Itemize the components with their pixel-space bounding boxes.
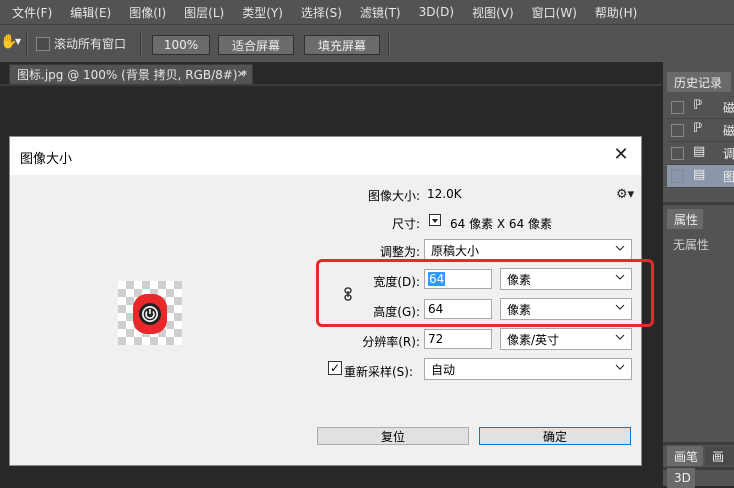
history-item-active[interactable]: ▤ 图 bbox=[667, 165, 734, 188]
document-icon: ▤ bbox=[693, 144, 706, 159]
reset-button[interactable]: 复位 bbox=[317, 427, 469, 445]
dimensions-value: 64 像素 X 64 像素 bbox=[450, 217, 553, 231]
resolution-input[interactable]: 72 bbox=[424, 329, 492, 349]
height-value: 64 bbox=[428, 302, 444, 316]
menu-select[interactable]: 选择(S) bbox=[289, 4, 348, 21]
image-preview[interactable] bbox=[118, 281, 182, 345]
height-input[interactable]: 64 bbox=[424, 299, 492, 319]
options-bar: ✋ ▼ 滚动所有窗口 100% 适合屏幕 填充屏幕 bbox=[0, 24, 734, 63]
document-icon: ▤ bbox=[693, 167, 706, 182]
history-item-label: 磁 bbox=[723, 101, 734, 115]
width-unit-select[interactable]: 像素 bbox=[500, 268, 632, 290]
history-item[interactable]: ℙ 磁 bbox=[667, 96, 734, 119]
dimensions-unit-dropdown[interactable] bbox=[429, 214, 441, 226]
right-panel: 历史记录 ℙ 磁 ℙ 磁 ▤ 调 ▤ 图 属性 无属性 画笔 画 3D bbox=[662, 62, 734, 488]
separator bbox=[388, 31, 390, 57]
history-item[interactable]: ▤ 调 bbox=[667, 142, 734, 165]
menu-image[interactable]: 图像(I) bbox=[117, 4, 172, 21]
resample-label: 重新采样(S): bbox=[344, 365, 414, 379]
width-unit-value: 像素 bbox=[507, 272, 532, 287]
scroll-all-windows-checkbox[interactable] bbox=[36, 37, 50, 51]
power-icon bbox=[133, 294, 167, 334]
height-unit-value: 像素 bbox=[507, 302, 532, 317]
menu-layer[interactable]: 图层(L) bbox=[172, 4, 230, 21]
menu-type[interactable]: 类型(Y) bbox=[230, 4, 289, 21]
history-snapshot-checkbox[interactable] bbox=[671, 124, 684, 137]
height-label: 高度(G): bbox=[373, 305, 420, 319]
panel-divider bbox=[663, 202, 734, 205]
width-value: 64 bbox=[428, 272, 446, 286]
tab-brush-presets[interactable]: 画 bbox=[705, 446, 734, 466]
history-item-label: 图 bbox=[723, 170, 734, 184]
menu-3d[interactable]: 3D(D) bbox=[407, 5, 460, 19]
history-snapshot-checkbox[interactable] bbox=[671, 147, 684, 160]
close-icon[interactable]: ✕ bbox=[611, 145, 631, 165]
fill-screen-button[interactable]: 填充屏幕 bbox=[304, 35, 380, 55]
width-label: 宽度(D): bbox=[373, 275, 420, 289]
document-tab[interactable]: 图标.jpg @ 100% (背景 拷贝, RGB/8#) * × bbox=[9, 64, 253, 84]
menu-help[interactable]: 帮助(H) bbox=[583, 4, 643, 21]
actual-pixels-button[interactable]: 100% bbox=[152, 35, 210, 55]
menu-filter[interactable]: 滤镜(T) bbox=[348, 4, 407, 21]
chevron-down-icon bbox=[432, 219, 438, 223]
image-size-dialog: 图像大小 ✕ ⚙▾ 图像大小: 12.0K 尺寸: 64 像素 X 64 像素 … bbox=[9, 136, 654, 466]
gear-icon[interactable]: ⚙▾ bbox=[616, 187, 634, 202]
history-item-label: 调 bbox=[723, 147, 734, 161]
dimensions-label: 尺寸: bbox=[391, 217, 420, 231]
tab-brush[interactable]: 画笔 bbox=[667, 446, 703, 466]
chevron-down-icon bbox=[615, 304, 625, 310]
resolution-unit-value: 像素/英寸 bbox=[507, 332, 560, 347]
tab-properties[interactable]: 属性 bbox=[667, 209, 703, 229]
fit-to-label: 调整为: bbox=[379, 245, 420, 259]
resample-value: 自动 bbox=[431, 362, 456, 377]
resample-select[interactable]: 自动 bbox=[424, 358, 632, 380]
tool-preset-dropdown-icon[interactable]: ▼ bbox=[15, 37, 21, 46]
resample-checkbox[interactable]: ✓ bbox=[328, 361, 342, 375]
dialog-title-bar: 图像大小 ✕ bbox=[10, 137, 641, 175]
history-snapshot-checkbox[interactable] bbox=[671, 170, 684, 183]
width-input[interactable]: 64 bbox=[424, 269, 492, 289]
dialog-title: 图像大小 bbox=[20, 152, 73, 167]
history-snapshot-checkbox[interactable] bbox=[671, 101, 684, 114]
tab-3d[interactable]: 3D bbox=[667, 468, 695, 488]
history-item[interactable]: ℙ 磁 bbox=[667, 119, 734, 142]
image-size-value: 12.0K bbox=[427, 187, 462, 201]
menu-bar: 文件(F) 编辑(E) 图像(I) 图层(L) 类型(Y) 选择(S) 滤镜(T… bbox=[0, 0, 734, 24]
height-unit-select[interactable]: 像素 bbox=[500, 298, 632, 320]
fit-screen-button[interactable]: 适合屏幕 bbox=[218, 35, 294, 55]
hand-tool-icon[interactable]: ✋ bbox=[0, 34, 17, 52]
menu-view[interactable]: 视图(V) bbox=[460, 4, 520, 21]
tab-history[interactable]: 历史记录 bbox=[667, 72, 731, 92]
properties-empty-text: 无属性 bbox=[673, 238, 710, 252]
menu-window[interactable]: 窗口(W) bbox=[520, 4, 583, 21]
separator bbox=[140, 31, 142, 57]
separator bbox=[26, 31, 28, 57]
status-bar bbox=[0, 474, 662, 486]
document-tab-close-icon[interactable]: × bbox=[237, 67, 246, 80]
panel-divider bbox=[663, 442, 734, 445]
magnetic-lasso-icon: ℙ bbox=[693, 98, 703, 113]
document-tab-title: 图标.jpg @ 100% (背景 拷贝, RGB/8#) * bbox=[17, 68, 248, 82]
fit-to-select[interactable]: 原稿大小 bbox=[424, 239, 632, 261]
chevron-down-icon bbox=[615, 334, 625, 340]
resolution-label: 分辨率(R): bbox=[362, 335, 420, 349]
scroll-all-windows-label: 滚动所有窗口 bbox=[54, 37, 127, 51]
document-tab-strip bbox=[0, 84, 662, 86]
menu-file[interactable]: 文件(F) bbox=[0, 4, 58, 21]
chevron-down-icon bbox=[615, 274, 625, 280]
resolution-value: 72 bbox=[428, 332, 444, 346]
chevron-down-icon bbox=[615, 245, 625, 251]
history-item-label: 磁 bbox=[723, 124, 734, 138]
resolution-unit-select[interactable]: 像素/英寸 bbox=[500, 328, 632, 350]
magnetic-lasso-icon: ℙ bbox=[693, 121, 703, 136]
fit-to-value: 原稿大小 bbox=[431, 243, 480, 258]
ok-button[interactable]: 确定 bbox=[479, 427, 631, 445]
chevron-down-icon bbox=[615, 364, 625, 370]
menu-edit[interactable]: 编辑(E) bbox=[58, 4, 117, 21]
image-size-label: 图像大小: bbox=[367, 189, 420, 203]
